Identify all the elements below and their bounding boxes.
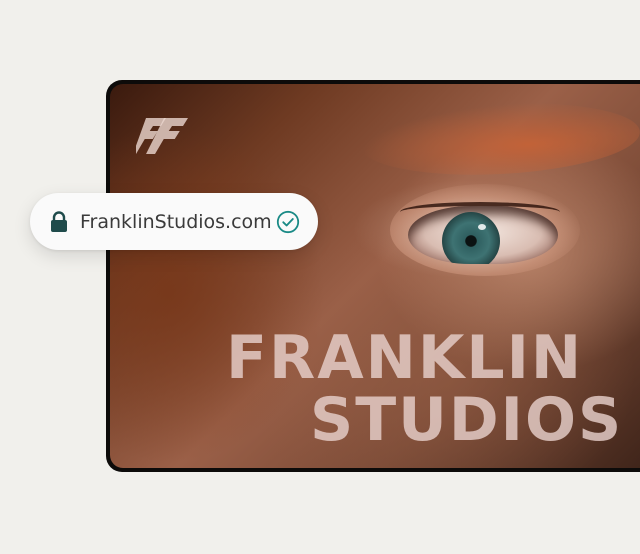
url-text[interactable]: FranklinStudios.com (80, 211, 276, 233)
hero-headline-line1: FRANKLIN (226, 323, 584, 393)
lock-icon (50, 210, 68, 233)
hero-image: FRANKLIN STUDIOS (110, 84, 640, 468)
hero-headline-line2: STUDIOS (310, 385, 624, 455)
check-circle-icon (276, 210, 300, 234)
hero-eyelash (400, 202, 560, 222)
hero-eye-reflection (478, 224, 486, 230)
address-bar[interactable]: FranklinStudios.com (30, 193, 318, 250)
franklin-studios-logo-icon[interactable] (133, 110, 189, 156)
hero-brow-shading (358, 96, 640, 182)
page-canvas: FRANKLIN STUDIOS FranklinStudios.com (0, 0, 640, 554)
browser-window: FRANKLIN STUDIOS (106, 80, 640, 472)
